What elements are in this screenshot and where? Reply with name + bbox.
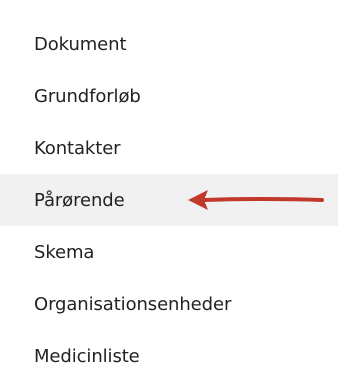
menu-item-kontakter[interactable]: Kontakter xyxy=(0,122,338,174)
menu-item-label: Skema xyxy=(34,241,95,263)
menu-item-parorende[interactable]: Pårørende xyxy=(0,174,338,226)
red-arrow-left-icon xyxy=(188,190,324,210)
menu-item-label: Dokument xyxy=(34,33,127,55)
menu-item-label: Medicinliste xyxy=(34,345,140,365)
menu-item-label: Grundforløb xyxy=(34,85,141,107)
navigation-menu: Dokument Grundforløb Kontakter Pårørende… xyxy=(0,18,338,365)
menu-item-grundforlob[interactable]: Grundforløb xyxy=(0,70,338,122)
menu-item-label: Kontakter xyxy=(34,137,121,159)
menu-item-dokument[interactable]: Dokument xyxy=(0,18,338,70)
menu-item-label: Pårørende xyxy=(34,189,125,211)
menu-item-organisationsenheder[interactable]: Organisationsenheder xyxy=(0,278,338,330)
menu-item-skema[interactable]: Skema xyxy=(0,226,338,278)
menu-item-medicinliste[interactable]: Medicinliste xyxy=(0,330,338,365)
menu-item-label: Organisationsenheder xyxy=(34,293,232,315)
